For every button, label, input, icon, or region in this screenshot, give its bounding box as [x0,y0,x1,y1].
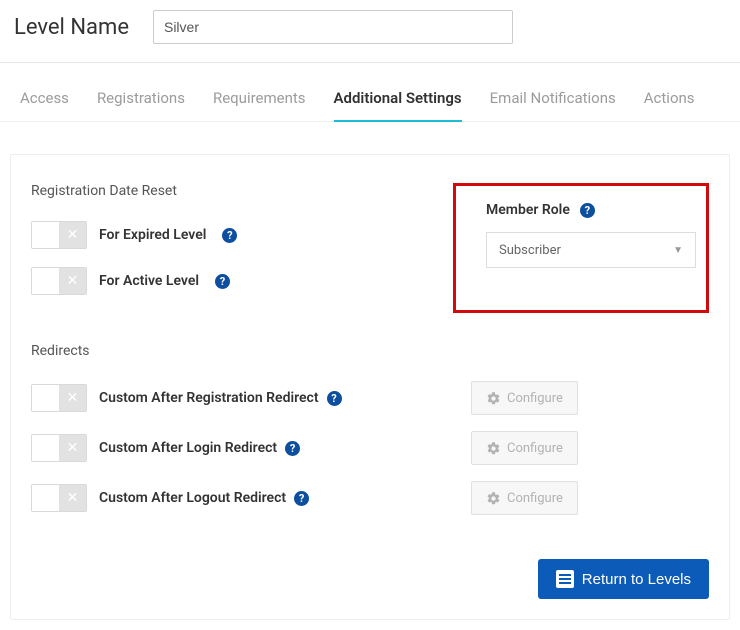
help-icon[interactable]: ? [327,391,342,406]
tab-additional-settings[interactable]: Additional Settings [334,89,462,121]
close-icon: ✕ [59,385,86,411]
toggle-expired-level[interactable]: ✕ [31,221,87,249]
redirect-row-login: ✕ Custom After Login Redirect ? Configur… [31,431,709,465]
toggle-on-side [32,268,59,294]
redirect-row-registration: ✕ Custom After Registration Redirect ? C… [31,381,709,415]
registration-reset-title: Registration Date Reset [31,183,433,199]
configure-registration-button: Configure [471,381,578,415]
return-label: Return to Levels [582,571,691,588]
toggle-on-side [32,435,59,461]
gear-icon [486,491,501,506]
toggle-after-login[interactable]: ✕ [31,434,87,462]
panel-footer: Return to Levels [31,531,709,599]
help-icon[interactable]: ? [285,441,300,456]
redirect-row-logout: ✕ Custom After Logout Redirect ? Configu… [31,481,709,515]
redirects-title: Redirects [31,343,709,359]
expired-level-label: For Expired Level [99,227,206,243]
toggle-after-registration[interactable]: ✕ [31,384,87,412]
after-logout-label: Custom After Logout Redirect [99,490,286,506]
level-name-input[interactable] [153,10,513,44]
close-icon: ✕ [59,485,86,511]
list-icon [556,570,574,588]
configure-login-button: Configure [471,431,578,465]
close-icon: ✕ [59,435,86,461]
return-to-levels-button[interactable]: Return to Levels [538,559,709,599]
tab-actions[interactable]: Actions [644,89,695,121]
configure-label: Configure [507,441,563,456]
tabs: Access Registrations Requirements Additi… [0,63,740,122]
toggle-on-side [32,485,59,511]
tab-email-notifications[interactable]: Email Notifications [490,89,616,121]
configure-label: Configure [507,391,563,406]
header: Level Name [0,0,740,63]
level-name-label: Level Name [14,15,129,40]
after-login-label: Custom After Login Redirect [99,440,277,456]
gear-icon [486,441,501,456]
toggle-on-side [32,222,59,248]
help-icon[interactable]: ? [215,274,230,289]
toggle-row-active: ✕ For Active Level ? [31,267,433,295]
tab-requirements[interactable]: Requirements [213,89,306,121]
gear-icon [486,391,501,406]
toggle-on-side [32,385,59,411]
tab-registrations[interactable]: Registrations [97,89,185,121]
help-icon[interactable]: ? [580,203,595,218]
member-role-title: Member Role [486,202,570,218]
chevron-down-icon: ▼ [673,245,683,256]
close-icon: ✕ [59,268,86,294]
toggle-active-level[interactable]: ✕ [31,267,87,295]
help-icon[interactable]: ? [222,228,237,243]
settings-panel: Registration Date Reset ✕ For Expired Le… [10,154,730,620]
after-registration-label: Custom After Registration Redirect [99,390,319,406]
help-icon[interactable]: ? [294,491,309,506]
member-role-box: Member Role ? Subscriber ▼ [453,183,709,313]
member-role-selected: Subscriber [499,243,561,258]
close-icon: ✕ [59,222,86,248]
member-role-select[interactable]: Subscriber ▼ [486,232,696,268]
toggle-row-expired: ✕ For Expired Level ? [31,221,433,249]
tab-access[interactable]: Access [20,89,69,121]
configure-label: Configure [507,491,563,506]
active-level-label: For Active Level [99,273,199,289]
configure-logout-button: Configure [471,481,578,515]
toggle-after-logout[interactable]: ✕ [31,484,87,512]
